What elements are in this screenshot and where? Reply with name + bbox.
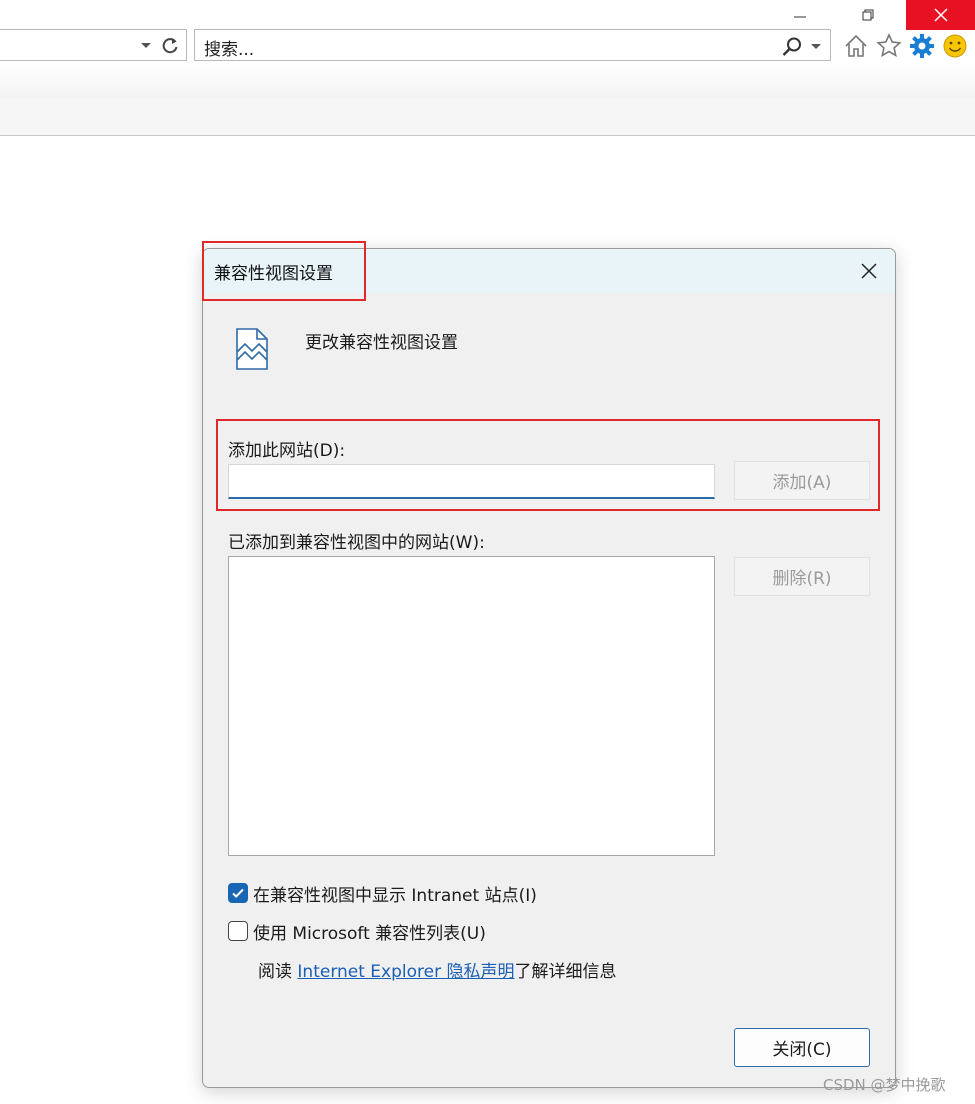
- sites-list-label: 已添加到兼容性视图中的网站(W):: [228, 533, 485, 553]
- restore-icon: [862, 9, 874, 21]
- search-icon[interactable]: [781, 36, 803, 58]
- privacy-link[interactable]: Internet Explorer 隐私声明: [297, 962, 514, 982]
- minimize-button[interactable]: [778, 0, 822, 30]
- home-icon[interactable]: [842, 32, 870, 60]
- sites-listbox[interactable]: [228, 556, 715, 856]
- chevron-down-icon[interactable]: [139, 38, 153, 52]
- minimize-icon: [794, 16, 806, 18]
- close-icon[interactable]: [859, 261, 879, 281]
- intranet-checkbox[interactable]: [228, 883, 248, 903]
- close-button[interactable]: 关闭(C): [734, 1028, 870, 1067]
- window-close-button[interactable]: [906, 0, 975, 30]
- command-bar: [0, 98, 975, 136]
- smiley-feedback-icon[interactable]: [941, 32, 969, 60]
- favorites-star-icon[interactable]: [875, 32, 903, 60]
- remove-button[interactable]: 删除(R): [734, 557, 870, 596]
- tab-area: [0, 64, 975, 98]
- search-placeholder[interactable]: 搜索...: [204, 35, 254, 60]
- dialog-heading: 更改兼容性视图设置: [305, 333, 458, 353]
- ms-compat-list-checkbox-label[interactable]: 使用 Microsoft 兼容性列表(U): [253, 919, 486, 944]
- highlight-box-add-site: [216, 419, 880, 511]
- refresh-icon[interactable]: [160, 35, 180, 55]
- chevron-down-icon[interactable]: [809, 39, 823, 53]
- compatibility-view-dialog: 兼容性视图设置 更改兼容性视图设置 添加此网站(D): 添加(A) 已添加到兼容…: [202, 248, 896, 1088]
- restore-button[interactable]: [846, 0, 890, 30]
- privacy-prefix: 阅读: [258, 962, 298, 982]
- privacy-suffix: 了解详细信息: [514, 962, 617, 982]
- watermark: CSDN @梦中挽歌: [823, 1076, 946, 1094]
- gear-icon[interactable]: [908, 32, 936, 60]
- broken-page-icon: [236, 328, 268, 370]
- checkmark-icon: [232, 888, 244, 898]
- highlight-box-title: [202, 241, 366, 301]
- close-icon: [933, 8, 948, 22]
- ms-compat-list-checkbox[interactable]: [228, 921, 248, 941]
- privacy-statement: 阅读 Internet Explorer 隐私声明了解详细信息: [258, 957, 617, 982]
- search-box[interactable]: 搜索...: [194, 29, 831, 61]
- intranet-checkbox-label[interactable]: 在兼容性视图中显示 Intranet 站点(I): [253, 881, 537, 906]
- address-bar[interactable]: [0, 29, 187, 61]
